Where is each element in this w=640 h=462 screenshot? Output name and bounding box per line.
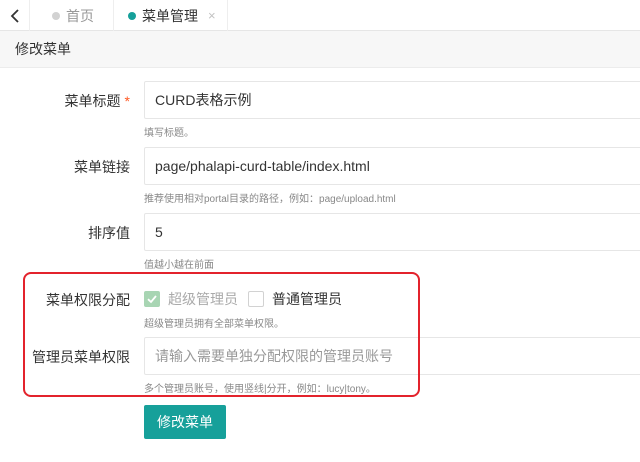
permission-hint: 超级管理员拥有全部菜单权限。: [144, 319, 284, 330]
close-icon[interactable]: ×: [208, 8, 216, 23]
normal-admin-checkbox[interactable]: 普通管理员: [248, 289, 342, 309]
normal-admin-label: 普通管理员: [272, 291, 342, 307]
tab-menu-management[interactable]: 菜单管理 ×: [128, 0, 216, 31]
check-icon: [147, 295, 157, 304]
required-mark: *: [124, 93, 130, 109]
link-field-label: 菜单链接: [74, 159, 130, 175]
title-field-label: 菜单标题 *: [65, 91, 130, 111]
order-input[interactable]: [144, 213, 640, 251]
chevron-left-icon: [10, 8, 19, 23]
page-title: 修改菜单: [0, 31, 640, 68]
title-input[interactable]: [144, 81, 640, 119]
title-hint: 填写标题。: [144, 128, 194, 139]
link-hint: 推荐使用相对portal目录的路径，例如：page/upload.html: [144, 194, 396, 205]
super-admin-checkbox[interactable]: 超级管理员: [144, 289, 238, 309]
title-label-text: 菜单标题: [64, 93, 121, 109]
link-input[interactable]: [144, 147, 640, 185]
tab-active-dot-icon: [128, 11, 136, 20]
submit-button[interactable]: 修改菜单: [144, 405, 226, 439]
super-admin-label: 超级管理员: [168, 291, 238, 307]
tab-bar: 首页 菜单管理 ×: [0, 0, 640, 31]
admin-field-label: 管理员菜单权限: [32, 349, 130, 365]
tab-dot-icon: [52, 11, 60, 20]
tab-home[interactable]: 首页: [52, 0, 94, 31]
tab-home-label: 首页: [66, 7, 94, 24]
order-hint: 值越小越在前面: [144, 260, 214, 271]
tab-divider: [227, 0, 228, 31]
order-field-label: 排序值: [88, 225, 130, 241]
checkbox-box: [144, 291, 160, 307]
back-button[interactable]: [0, 0, 30, 31]
checkbox-box: [248, 291, 264, 307]
tab-divider: [113, 0, 114, 31]
tab-active-label: 菜单管理: [142, 7, 198, 24]
admin-hint: 多个管理员账号，使用竖线|分开，例如：lucy|tony。: [144, 384, 376, 395]
admin-account-input[interactable]: [144, 337, 640, 375]
permission-field-label: 菜单权限分配: [46, 292, 130, 308]
